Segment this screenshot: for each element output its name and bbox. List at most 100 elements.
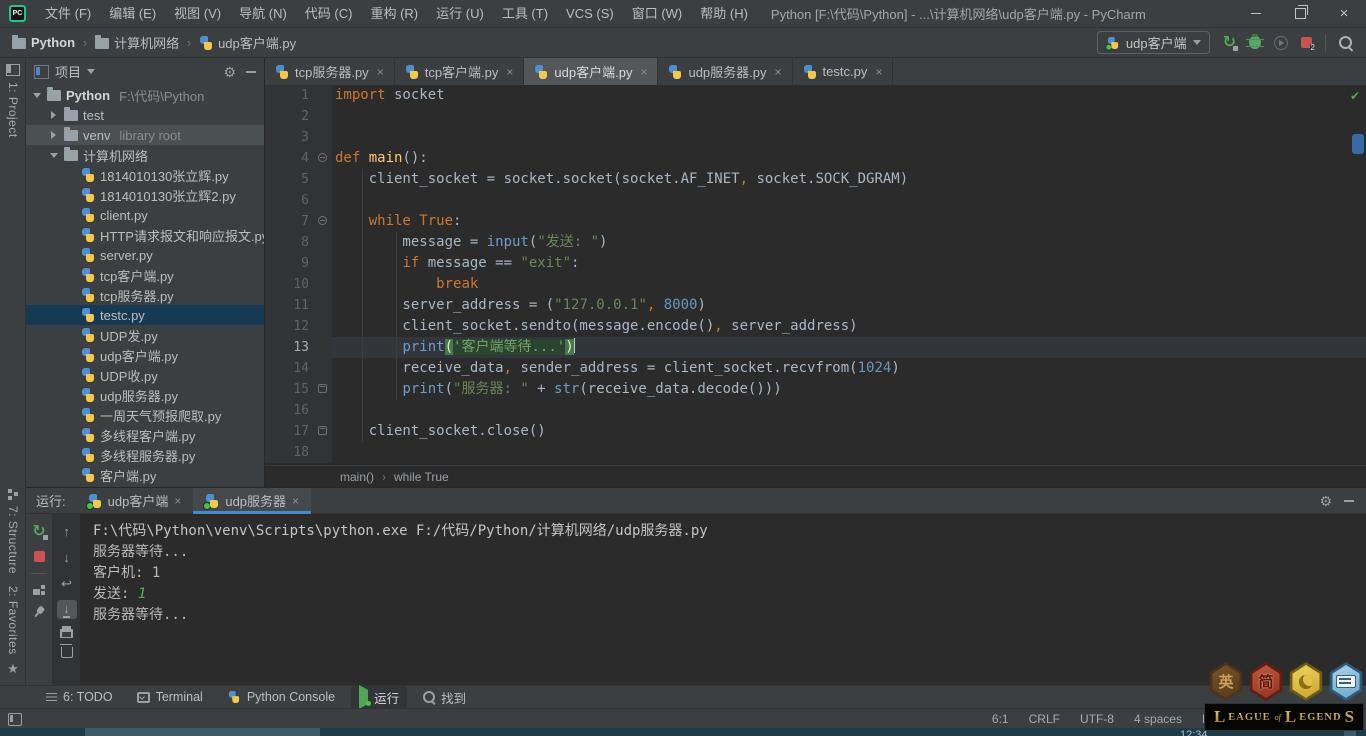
code-line[interactable]: 8 message = input("发送: ") xyxy=(265,232,1366,253)
tree-item[interactable]: client.py xyxy=(26,205,264,225)
menu-item[interactable]: 帮助 (H) xyxy=(691,0,757,28)
toolwindow-button-python[interactable]: Python Console xyxy=(219,688,343,706)
restore-layout-button[interactable] xyxy=(33,585,45,595)
code-line[interactable]: 18 xyxy=(265,442,1366,463)
tree-item[interactable]: 客户端.py xyxy=(26,465,264,485)
favorites-stripe-button[interactable]: 2: Favorites xyxy=(6,586,20,655)
debug-button[interactable] xyxy=(1246,34,1264,49)
rerun-button[interactable]: ↻ xyxy=(1223,34,1239,51)
tree-item[interactable]: 1814010130张立辉.py xyxy=(26,165,264,185)
ime-badge-blue[interactable] xyxy=(1329,662,1363,701)
gear-icon[interactable]: ⚙ xyxy=(223,65,236,79)
code-line[interactable]: 6 xyxy=(265,190,1366,211)
editor-tab[interactable]: testc.py × xyxy=(793,58,894,85)
breadcrumb-item[interactable]: 计算机网络 xyxy=(95,33,179,52)
menu-item[interactable]: 编辑 (E) xyxy=(100,0,165,28)
menu-item[interactable]: 文件 (F) xyxy=(36,0,100,28)
editor-tab[interactable]: tcp客户端.py × xyxy=(395,58,525,85)
console-output[interactable]: F:\代码\Python\venv\Scripts\python.exe F:/… xyxy=(80,514,1366,685)
fold-marker[interactable] xyxy=(315,148,332,169)
tree-item[interactable]: 1814010130张立辉2.py xyxy=(26,185,264,205)
tree-item[interactable]: UDP发.py xyxy=(26,325,264,345)
tree-item[interactable]: venv library root xyxy=(26,125,264,145)
code-line[interactable]: 9 if message == "exit": xyxy=(265,253,1366,274)
print-button[interactable] xyxy=(60,626,73,638)
tree-item[interactable]: UDP收.py xyxy=(26,365,264,385)
tab-close-icon[interactable]: × xyxy=(174,494,181,508)
tab-close-icon[interactable]: × xyxy=(506,65,513,79)
inspections-ok-icon[interactable]: ✔ xyxy=(1350,89,1360,103)
tree-item[interactable]: HTTP请求报文和响应报文.py xyxy=(26,225,264,245)
tree-arrow[interactable] xyxy=(48,152,59,158)
pin-tab-button[interactable] xyxy=(31,604,48,621)
menu-item[interactable]: 导航 (N) xyxy=(230,0,296,28)
menu-item[interactable]: 工具 (T) xyxy=(493,0,557,28)
status-widget[interactable]: UTF-8 xyxy=(1080,712,1114,726)
tree-item[interactable]: tcp服务器.py xyxy=(26,285,264,305)
code-line[interactable]: 13 print('客户端等待...') xyxy=(265,337,1366,358)
ime-badge-bronze[interactable]: 英 xyxy=(1209,662,1243,701)
fold-marker[interactable] xyxy=(315,379,332,400)
editor-breadcrumb-item[interactable]: while True xyxy=(394,470,449,484)
tab-close-icon[interactable]: × xyxy=(292,494,299,508)
hide-panel-button[interactable] xyxy=(246,70,256,73)
tab-close-icon[interactable]: × xyxy=(377,65,384,79)
menu-item[interactable]: 重构 (R) xyxy=(361,0,427,28)
toolwindow-button-run[interactable]: 运行 xyxy=(351,685,408,709)
tree-item[interactable]: server.py xyxy=(26,245,264,265)
status-widget[interactable]: 4 spaces xyxy=(1134,712,1182,726)
code-editor[interactable]: 1 import socket 2 3 4 def main(): 5 client_soc… xyxy=(265,85,1366,465)
close-button[interactable]: × xyxy=(1322,0,1366,28)
editor-breadcrumb-item[interactable]: main() xyxy=(340,470,374,484)
menu-item[interactable]: VCS (S) xyxy=(557,0,623,28)
structure-stripe-button[interactable]: 7: Structure xyxy=(6,506,20,574)
code-line[interactable]: 14 receive_data, sender_address = client… xyxy=(265,358,1366,379)
minimize-button[interactable] xyxy=(1234,0,1278,28)
code-line[interactable]: 3 xyxy=(265,127,1366,148)
tree-arrow[interactable] xyxy=(48,131,59,139)
prev-occurrence-button[interactable]: ↑ xyxy=(57,522,77,541)
code-line[interactable]: 2 xyxy=(265,106,1366,127)
tree-item[interactable]: udp客户端.py xyxy=(26,345,264,365)
code-line[interactable]: 15 print("服务器: " + str(receive_data.deco… xyxy=(265,379,1366,400)
next-occurrence-button[interactable]: ↓ xyxy=(57,548,77,567)
code-line[interactable]: 1 import socket xyxy=(265,85,1366,106)
hide-panel-button[interactable] xyxy=(1344,499,1354,502)
stop-button[interactable]: 2 xyxy=(1301,37,1316,52)
fold-marker[interactable] xyxy=(315,211,332,232)
tree-item[interactable]: 多线程服务器.py xyxy=(26,445,264,465)
code-line[interactable]: 16 xyxy=(265,400,1366,421)
code-line[interactable]: 12 client_socket.sendto(message.encode()… xyxy=(265,316,1366,337)
tree-item[interactable]: testc.py xyxy=(26,305,264,325)
tab-close-icon[interactable]: × xyxy=(640,65,647,79)
tree-item[interactable]: 一周天气预报爬取.py xyxy=(26,405,264,425)
tree-item[interactable]: 计算机网络 xyxy=(26,145,264,165)
tree-arrow[interactable] xyxy=(31,92,42,98)
status-widget[interactable]: CRLF xyxy=(1029,712,1060,726)
run-tab[interactable]: udp客户端 × xyxy=(76,488,194,514)
code-line[interactable]: 10 break xyxy=(265,274,1366,295)
code-line[interactable]: 11 server_address = ("127.0.0.1", 8000) xyxy=(265,295,1366,316)
run-configuration-select[interactable]: udp客户端 xyxy=(1096,31,1210,54)
editor-tab[interactable]: udp服务器.py × xyxy=(658,58,793,85)
tree-item[interactable]: 多线程客户端.py xyxy=(26,425,264,445)
menu-item[interactable]: 窗口 (W) xyxy=(623,0,692,28)
code-line[interactable]: 4 def main(): xyxy=(265,148,1366,169)
clear-console-button[interactable] xyxy=(59,644,73,658)
tree-arrow[interactable] xyxy=(48,111,59,119)
code-line[interactable]: 7 while True: xyxy=(265,211,1366,232)
project-stripe-button[interactable]: 1: Project xyxy=(0,64,26,144)
scrollbar-marker[interactable] xyxy=(1352,134,1364,154)
tree-item[interactable]: Python F:\代码\Python xyxy=(26,85,264,105)
tree-item[interactable]: tcp客户端.py xyxy=(26,265,264,285)
gear-icon[interactable]: ⚙ xyxy=(1319,494,1332,508)
breadcrumb-item[interactable]: udp客户端.py xyxy=(199,33,296,52)
soft-wrap-button[interactable]: ↩ xyxy=(57,574,77,593)
stop-button[interactable] xyxy=(33,551,45,562)
menu-item[interactable]: 代码 (C) xyxy=(296,0,362,28)
menu-item[interactable]: 运行 (U) xyxy=(427,0,493,28)
tab-close-icon[interactable]: × xyxy=(875,65,882,79)
restore-button[interactable] xyxy=(1278,0,1322,28)
run-tab[interactable]: udp服务器 × xyxy=(193,487,312,514)
toolwindow-button-search[interactable]: 找到 xyxy=(415,686,474,709)
